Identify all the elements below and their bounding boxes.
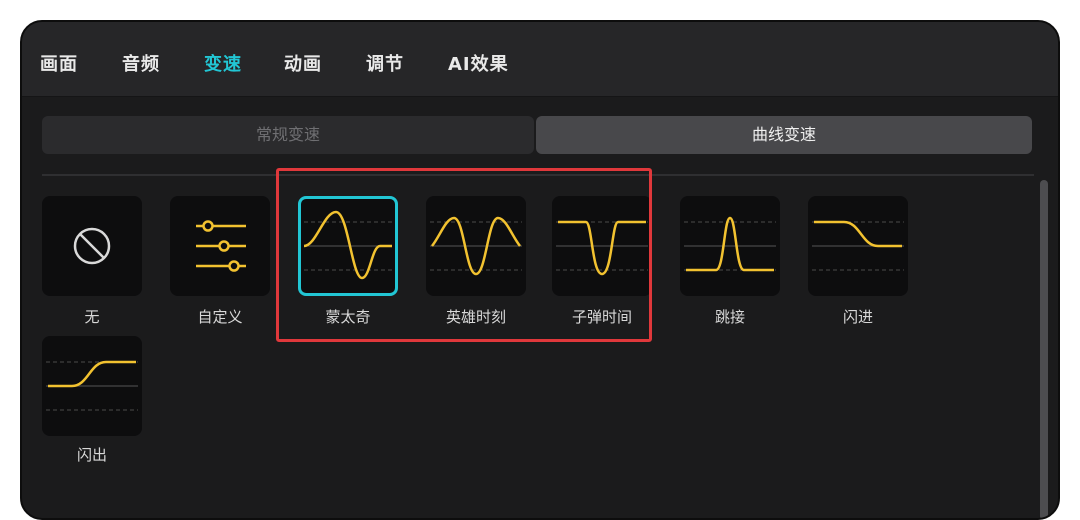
tab-picture[interactable]: 画面 (40, 50, 78, 76)
preset-label-bullet-time: 子弹时间 (571, 308, 632, 326)
tab-audio[interactable]: 音频 (122, 50, 160, 76)
flash-out-curve-icon (46, 360, 138, 411)
preset-label-custom: 自定义 (197, 308, 243, 326)
preset-label-flash-in: 闪进 (842, 308, 873, 326)
bullet-time-curve-icon (556, 220, 648, 276)
preset-label-hero-moment: 英雄时刻 (445, 308, 506, 326)
hero-moment-curve-icon (430, 216, 522, 276)
montage-curve-icon (303, 210, 392, 280)
normal-speed-button[interactable]: 常规变速 (42, 116, 534, 154)
preset-tile-montage[interactable] (298, 196, 398, 296)
preset-label-montage: 蒙太奇 (325, 308, 371, 326)
speed-panel: 画面 音频 变速 动画 调节 AI效果 常规变速 曲线变速 无 自定义 蒙太奇 … (20, 20, 1060, 520)
preset-tile-bullet-time[interactable] (552, 196, 652, 296)
tab-ai-effects[interactable]: AI效果 (448, 50, 509, 76)
preset-tile-custom[interactable] (170, 196, 270, 296)
preset-tile-jump-cut[interactable] (680, 196, 780, 296)
preset-tile-flash-out[interactable] (42, 336, 142, 436)
preset-tile-flash-in[interactable] (808, 196, 908, 296)
tab-adjust[interactable]: 调节 (366, 50, 404, 76)
custom-sliders-icon (196, 220, 246, 272)
preset-tile-none[interactable] (42, 196, 142, 296)
scrollbar[interactable] (1040, 180, 1048, 518)
divider (42, 174, 1034, 176)
curve-speed-button[interactable]: 曲线变速 (536, 116, 1032, 154)
jump-cut-curve-icon (684, 216, 776, 272)
tab-animation[interactable]: 动画 (284, 50, 322, 76)
preset-tile-hero-moment[interactable] (426, 196, 526, 296)
preset-label-none: 无 (84, 308, 100, 326)
top-tab-bar: 画面 音频 变速 动画 调节 AI效果 (22, 22, 1058, 97)
flash-in-curve-icon (812, 220, 904, 271)
none-icon (73, 227, 111, 265)
preset-label-flash-out: 闪出 (76, 446, 107, 464)
preset-label-jump-cut: 跳接 (714, 308, 745, 326)
tab-speed[interactable]: 变速 (204, 50, 242, 76)
